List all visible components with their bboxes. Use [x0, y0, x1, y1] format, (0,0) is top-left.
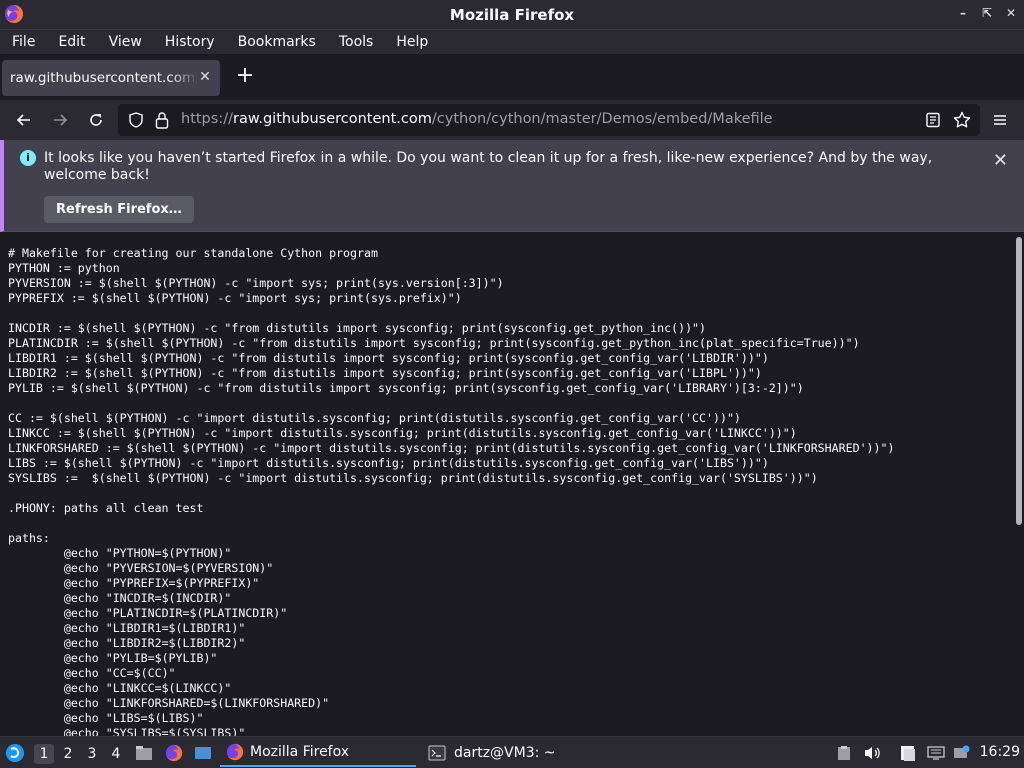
restore-icon[interactable]: ⇱ — [980, 6, 994, 20]
source-line: # Makefile for creating our standalone C… — [8, 246, 378, 260]
source-line: @echo "LIBDIR2=$(LIBDIR2)" — [8, 636, 246, 650]
workspace-3[interactable]: 3 — [82, 744, 102, 764]
task-label: Mozilla Firefox — [250, 744, 350, 760]
source-line: LIBDIR2 := $(shell $(PYTHON) -c "from di… — [8, 366, 762, 380]
tab-makefile[interactable]: raw.githubusercontent.com/cython/cython/… — [2, 60, 220, 96]
forward-icon[interactable] — [48, 108, 72, 132]
url-host: raw.githubusercontent.com — [232, 111, 432, 127]
refresh-notification: i It looks like you haven’t started Fire… — [0, 140, 1024, 232]
source-line: CC := $(shell $(PYTHON) -c "import distu… — [8, 411, 741, 425]
source-line: @echo "LINKCC=$(LINKCC)" — [8, 681, 232, 695]
menu-view[interactable]: View — [101, 31, 150, 53]
menu-help[interactable]: Help — [388, 31, 436, 53]
bookmark-star-icon[interactable] — [953, 111, 971, 133]
url-scheme: https:// — [181, 111, 233, 127]
source-line: @echo "LIBDIR1=$(LIBDIR1)" — [8, 621, 246, 635]
source-line: @echo "CC=$(CC)" — [8, 666, 176, 680]
firefox-logo-icon — [5, 4, 24, 23]
source-line: @echo "LIBS=$(LIBS)" — [8, 711, 204, 725]
source-line: SYSLIBS := $(shell $(PYTHON) -c "import … — [8, 471, 818, 485]
source-line: @echo "PYVERSION=$(PYVERSION)" — [8, 561, 274, 575]
clipboard-icon[interactable] — [834, 743, 854, 763]
source-line: @echo "LINKFORSHARED=$(LINKFORSHARED)" — [8, 696, 330, 710]
source-line: PLATINCDIR := $(shell $(PYTHON) -c "from… — [8, 336, 860, 350]
source-line: LIBS := $(shell $(PYTHON) -c "import dis… — [8, 456, 769, 470]
firefox-icon — [226, 743, 244, 761]
close-window-icon[interactable]: ✕ — [1004, 6, 1018, 20]
page-content: # Makefile for creating our standalone C… — [0, 233, 1024, 736]
workspace-4[interactable]: 4 — [106, 744, 126, 764]
notification-message: It looks like you haven’t started Firefo… — [44, 150, 933, 183]
source-line: @echo "SYSLIBS=$(SYSLIBS)" — [8, 726, 246, 736]
network-icon[interactable] — [926, 743, 946, 763]
source-line: PYVERSION := $(shell $(PYTHON) -c "impor… — [8, 276, 504, 290]
close-tab-icon[interactable]: ✕ — [198, 69, 212, 85]
minimize-icon[interactable]: – — [956, 6, 970, 20]
url-text: https://raw.githubusercontent.com/cython… — [181, 111, 773, 127]
source-line: @echo "INCDIR=$(INCDIR)" — [8, 591, 232, 605]
source-line: @echo "PLATINCDIR=$(PLATINCDIR)" — [8, 606, 288, 620]
volume-icon[interactable] — [862, 743, 882, 763]
new-tab-icon[interactable]: + — [234, 65, 256, 88]
menu-tools[interactable]: Tools — [331, 31, 382, 53]
task-terminal[interactable]: dartz@VM3: ~ — [422, 739, 618, 767]
menu-bar: File Edit View History Bookmarks Tools H… — [0, 30, 1024, 54]
source-line: LINKFORSHARED := $(shell $(PYTHON) -c "i… — [8, 441, 895, 455]
clock: 16:29 — [979, 744, 1020, 760]
url-path: /cython/cython/master/Demos/embed/Makefi… — [431, 111, 773, 127]
source-line: paths: — [8, 531, 50, 545]
navigation-toolbar: https://raw.githubusercontent.com/cython… — [0, 100, 1024, 140]
taskbar: 1 2 3 4 Mozilla Firefox dartz@VM3: ~ 16:… — [0, 736, 1024, 768]
source-line: @echo "PYLIB=$(PYLIB)" — [8, 651, 218, 665]
reload-icon[interactable] — [84, 108, 108, 132]
reader-view-icon[interactable] — [925, 112, 941, 132]
source-line: PYLIB := $(shell $(PYTHON) -c "from dist… — [8, 381, 804, 395]
workspace-2[interactable]: 2 — [58, 744, 78, 764]
updates-icon[interactable] — [952, 743, 972, 763]
source-line: PYTHON := python — [8, 261, 120, 275]
hamburger-menu-icon[interactable] — [988, 108, 1012, 132]
info-icon: i — [20, 150, 36, 166]
terminal-icon — [428, 745, 446, 761]
menu-file[interactable]: File — [4, 31, 43, 53]
source-line: @echo "PYTHON=$(PYTHON)" — [8, 546, 232, 560]
source-line: INCDIR := $(shell $(PYTHON) -c "from dis… — [8, 321, 707, 335]
menu-edit[interactable]: Edit — [50, 31, 93, 53]
refresh-firefox-button[interactable]: Refresh Firefox… — [44, 196, 194, 223]
source-line: PYPREFIX := $(shell $(PYTHON) -c "import… — [8, 291, 462, 305]
makefile-source: # Makefile for creating our standalone C… — [8, 246, 894, 736]
tab-strip: raw.githubusercontent.com/cython/cython/… — [0, 54, 1024, 100]
close-notification-icon[interactable]: ✕ — [993, 150, 1008, 171]
notes-icon[interactable] — [898, 743, 918, 763]
tab-title: raw.githubusercontent.com/cython/cython/… — [10, 70, 198, 86]
file-manager-icon[interactable] — [134, 743, 154, 763]
source-line: .PHONY: paths all clean test — [8, 501, 204, 515]
tracking-shield-icon[interactable] — [128, 112, 144, 132]
desktop-icon[interactable] — [193, 743, 213, 763]
lock-icon[interactable] — [154, 111, 170, 133]
vertical-scrollbar[interactable] — [1016, 237, 1022, 525]
url-bar[interactable]: https://raw.githubusercontent.com/cython… — [118, 104, 980, 136]
workspace-1[interactable]: 1 — [34, 744, 54, 764]
source-line: LINKCC := $(shell $(PYTHON) -c "import d… — [8, 426, 797, 440]
window-title: Mozilla Firefox — [449, 5, 575, 24]
back-icon[interactable] — [12, 108, 36, 132]
task-firefox[interactable]: Mozilla Firefox — [220, 739, 416, 767]
source-line: LIBDIR1 := $(shell $(PYTHON) -c "from di… — [8, 351, 769, 365]
task-label: dartz@VM3: ~ — [454, 745, 556, 761]
menu-bookmarks[interactable]: Bookmarks — [230, 31, 324, 53]
window-titlebar: Mozilla Firefox – ⇱ ✕ — [0, 0, 1024, 30]
start-menu-icon[interactable] — [5, 743, 25, 763]
firefox-launcher-icon[interactable] — [164, 743, 184, 763]
source-line: @echo "PYPREFIX=$(PYPREFIX)" — [8, 576, 260, 590]
menu-history[interactable]: History — [157, 31, 223, 53]
